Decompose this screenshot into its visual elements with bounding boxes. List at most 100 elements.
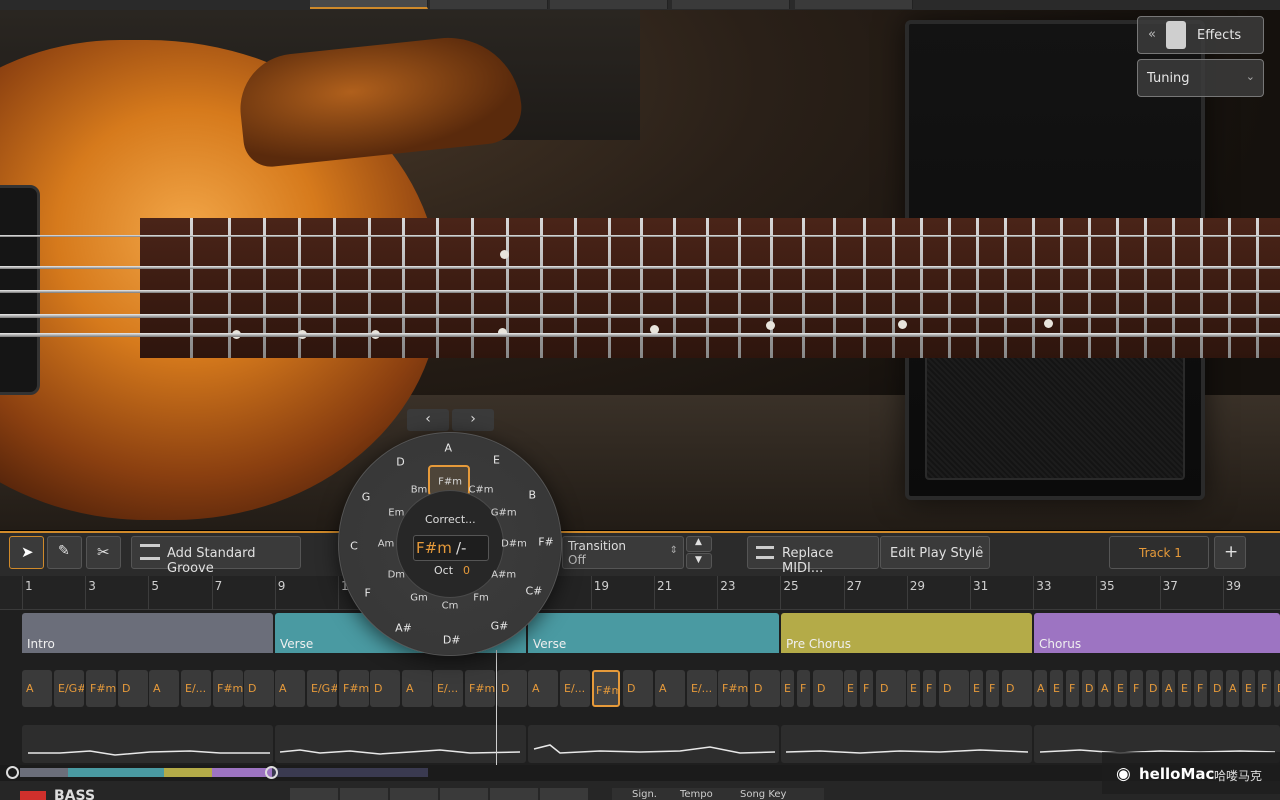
chord-block[interactable]: D	[1210, 670, 1223, 707]
wheel-minor-chord[interactable]: Am	[378, 539, 395, 550]
chord-block[interactable]: E	[907, 670, 920, 707]
chord-block[interactable]: F	[923, 670, 936, 707]
wheel-minor-chord[interactable]: Fm	[473, 592, 489, 603]
add-standard-groove-button[interactable]: Add Standard Groove	[131, 536, 301, 576]
chord-block[interactable]: A	[1162, 670, 1175, 707]
replace-midi-button[interactable]: Replace MIDI...	[747, 536, 879, 576]
chord-block[interactable]: F#m	[592, 670, 620, 707]
chord-block[interactable]: F#m	[86, 670, 116, 707]
transport-button[interactable]	[390, 788, 438, 800]
range-end-handle[interactable]	[265, 766, 278, 779]
wheel-major-chord[interactable]: A#	[395, 621, 412, 634]
chord-block[interactable]: D	[497, 670, 527, 707]
chord-block[interactable]: A	[1098, 670, 1111, 707]
bass-string[interactable]	[0, 290, 1280, 293]
wheel-minor-chord[interactable]: Em	[388, 508, 404, 519]
wheel-major-chord[interactable]: D#	[443, 633, 461, 646]
transport-button[interactable]	[340, 788, 388, 800]
bass-string[interactable]	[0, 266, 1280, 269]
top-tab-active[interactable]	[310, 0, 428, 9]
bass-string[interactable]	[0, 235, 1280, 237]
top-tab[interactable]	[550, 0, 668, 9]
chord-block[interactable]: E	[781, 670, 794, 707]
wheel-major-chord[interactable]: C#	[526, 584, 543, 597]
bar-ruler[interactable]: 13579111315171921232527293133353739	[0, 576, 1280, 610]
chord-block[interactable]: E/...	[560, 670, 590, 707]
chord-block[interactable]: A	[655, 670, 685, 707]
top-tab[interactable]	[795, 0, 913, 9]
top-tab[interactable]	[430, 0, 548, 9]
chord-block[interactable]: F#m	[465, 670, 495, 707]
chord-block[interactable]: E	[844, 670, 857, 707]
chord-block[interactable]: A	[149, 670, 179, 707]
wheel-major-chord[interactable]: E	[493, 454, 500, 467]
transport-button[interactable]	[440, 788, 488, 800]
wheel-prev-button[interactable]: ‹	[407, 409, 449, 431]
chord-block[interactable]: F#m	[213, 670, 243, 707]
chord-block[interactable]: D	[1146, 670, 1159, 707]
chord-block[interactable]: A	[1034, 670, 1047, 707]
scissors-tool-button[interactable]: ✂	[86, 536, 121, 569]
chord-block[interactable]: F	[986, 670, 999, 707]
wheel-minor-chord[interactable]: Gm	[410, 592, 428, 603]
wheel-next-button[interactable]: ›	[452, 409, 494, 431]
add-track-button[interactable]: +	[1214, 536, 1246, 569]
octave-value[interactable]: 0	[463, 564, 470, 577]
chord-block[interactable]: F	[1194, 670, 1207, 707]
range-start-handle[interactable]	[6, 766, 19, 779]
section-intro[interactable]: Intro	[22, 613, 273, 653]
chord-block[interactable]: F	[860, 670, 873, 707]
bass-string[interactable]	[0, 314, 1280, 318]
transport-button[interactable]	[540, 788, 588, 800]
chord-block[interactable]: F	[1130, 670, 1143, 707]
wheel-minor-chord[interactable]: C#m	[468, 485, 493, 496]
wheel-major-chord[interactable]: F#	[538, 536, 554, 549]
chord-block[interactable]: E	[1114, 670, 1127, 707]
chord-block[interactable]: E/...	[433, 670, 463, 707]
chord-block[interactable]: E/G#	[307, 670, 337, 707]
chord-block[interactable]: E/...	[181, 670, 211, 707]
chord-block[interactable]: E/...	[687, 670, 717, 707]
select-tool-button[interactable]: ➤	[9, 536, 44, 569]
wheel-minor-chord[interactable]: Dm	[388, 570, 405, 581]
chord-block[interactable]: D	[813, 670, 843, 707]
transition-selector[interactable]: Transition Off ⇕	[562, 536, 684, 569]
top-tab[interactable]	[672, 0, 790, 9]
chord-block[interactable]: A	[1226, 670, 1239, 707]
bass-fretboard[interactable]	[140, 218, 1280, 358]
chord-block[interactable]: D	[118, 670, 148, 707]
transition-down-button[interactable]: ▼	[686, 553, 712, 569]
chord-block[interactable]: A	[528, 670, 558, 707]
chord-block[interactable]: A	[402, 670, 432, 707]
chord-block[interactable]: F#m	[339, 670, 369, 707]
chord-block[interactable]: D	[1274, 670, 1280, 707]
chord-block[interactable]: E/G#	[54, 670, 84, 707]
chord-block[interactable]: E	[1050, 670, 1063, 707]
wheel-major-chord[interactable]: A	[445, 442, 453, 455]
chord-block[interactable]: D	[370, 670, 400, 707]
wheel-major-chord[interactable]: G	[362, 491, 371, 504]
chord-block[interactable]: D	[750, 670, 780, 707]
pencil-tool-button[interactable]: ✎	[47, 536, 82, 569]
correct-button[interactable]: Correct...	[425, 513, 476, 526]
wheel-minor-chord[interactable]: F#m	[438, 477, 462, 488]
edit-play-style-button[interactable]: Edit Play Style ⌃	[880, 536, 990, 569]
wheel-minor-chord[interactable]: A#m	[491, 570, 516, 581]
wheel-minor-chord[interactable]: G#m	[491, 508, 517, 519]
wheel-minor-chord[interactable]: Bm	[411, 485, 428, 496]
wheel-major-chord[interactable]: G#	[491, 620, 509, 633]
wheel-minor-chord[interactable]: Cm	[442, 601, 459, 612]
chord-block[interactable]: D	[244, 670, 274, 707]
wheel-major-chord[interactable]: F	[365, 587, 371, 600]
section-pre-chorus[interactable]: Pre Chorus	[781, 613, 1032, 653]
transport-button[interactable]	[490, 788, 538, 800]
playhead[interactable]	[496, 650, 497, 765]
overview-minimap[interactable]	[0, 765, 1280, 781]
wheel-major-chord[interactable]: C	[350, 539, 358, 552]
chord-block[interactable]: D	[939, 670, 969, 707]
wheel-major-chord[interactable]: B	[529, 488, 537, 501]
chord-block[interactable]: E	[1178, 670, 1191, 707]
chord-block[interactable]: D	[1002, 670, 1032, 707]
chord-block[interactable]: F	[1066, 670, 1079, 707]
section-verse[interactable]: Verse	[528, 613, 779, 653]
